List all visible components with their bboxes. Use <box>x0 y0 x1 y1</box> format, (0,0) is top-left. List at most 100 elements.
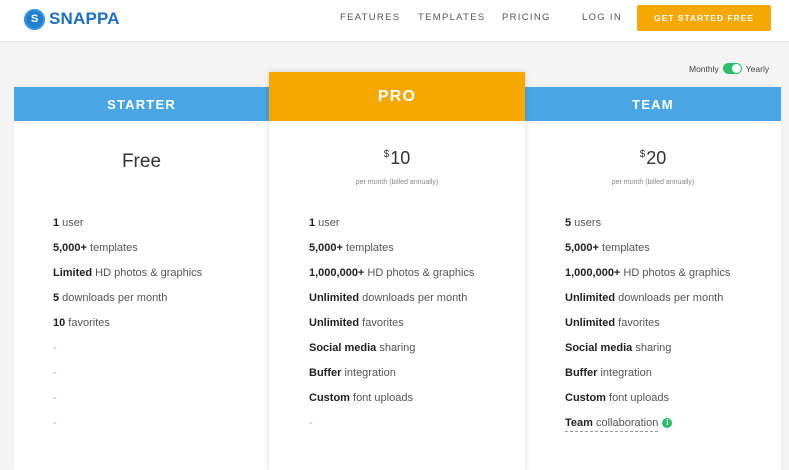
feature-empty-dash: - <box>53 392 57 404</box>
get-started-free-button[interactable]: GET STARTED FREE <box>637 5 771 31</box>
feature-item: Custom font uploads <box>565 392 669 404</box>
logo-mark-icon: S <box>24 8 45 30</box>
feature-text: templates <box>342 242 394 254</box>
toggle-label-monthly[interactable]: Monthly <box>689 64 719 74</box>
currency-symbol: $ <box>639 149 646 160</box>
feature-text: templates <box>86 242 138 254</box>
billing-toggle: Monthly Yearly <box>689 63 769 74</box>
feature-text: user <box>315 217 340 229</box>
feature-item: 5,000+ templates <box>53 242 138 254</box>
price-note-pro: per month (billed annually) <box>355 179 439 186</box>
feature-item: Social media sharing <box>565 342 671 354</box>
feature-item: 1 user <box>309 217 340 229</box>
currency-symbol: $ <box>383 149 390 160</box>
logo-text: SNAPPA <box>49 9 120 28</box>
feature-text: sharing <box>376 342 416 354</box>
snappa-logo[interactable]: S SNAPPA <box>24 8 120 30</box>
nav-templates[interactable]: TEMPLATES <box>418 12 485 23</box>
feature-text: favorites <box>65 317 110 329</box>
feature-item: 1,000,000+ HD photos & graphics <box>309 267 474 279</box>
toggle-label-yearly[interactable]: Yearly <box>746 64 769 74</box>
price-amount: 20 <box>646 148 667 168</box>
feature-empty-dash: - <box>309 417 313 429</box>
feature-highlight: 5,000+ <box>565 242 599 254</box>
feature-text: integration <box>341 367 396 379</box>
feature-item: 5 downloads per month <box>53 292 167 304</box>
feature-item: 5,000+ templates <box>565 242 650 254</box>
feature-highlight: Unlimited <box>565 317 616 329</box>
feature-empty-dash: - <box>53 342 57 354</box>
feature-highlight: Unlimited <box>565 292 616 304</box>
feature-highlight: Unlimited <box>309 292 360 304</box>
feature-empty-dash: - <box>53 417 57 429</box>
feature-item: Unlimited downloads per month <box>309 292 467 304</box>
price-note-team: per month (billed annually) <box>611 179 695 186</box>
feature-text: HD photos & graphics <box>364 267 475 279</box>
feature-item: 10 favorites <box>53 317 110 329</box>
plan-card-starter: STARTER Free 1 user 5,000+ templates Limit… <box>14 87 269 470</box>
feature-highlight: Social media <box>565 342 633 354</box>
feature-text: HD photos & graphics <box>620 267 731 279</box>
feature-text: font uploads <box>349 392 413 404</box>
feature-item: Unlimited downloads per month <box>565 292 723 304</box>
feature-highlight: Unlimited <box>309 317 360 329</box>
feature-item: 5 users <box>565 217 601 229</box>
nav-features[interactable]: FEATURES <box>340 12 400 23</box>
feature-text: downloads per month <box>615 292 724 304</box>
feature-item: 1 user <box>53 217 84 229</box>
feature-item: - <box>53 342 57 354</box>
plan-price-team: $20 <box>525 148 781 169</box>
nav-login[interactable]: LOG IN <box>582 12 622 23</box>
feature-item: Social media sharing <box>309 342 415 354</box>
feature-text: font uploads <box>605 392 669 404</box>
feature-item: Team collaboration i <box>565 417 673 432</box>
plan-name-starter: STARTER <box>14 87 269 121</box>
plan-name-team: TEAM <box>525 87 781 121</box>
feature-item: Custom font uploads <box>309 392 413 404</box>
feature-text: favorites <box>615 317 660 329</box>
feature-text: downloads per month <box>359 292 468 304</box>
feature-highlight: Buffer <box>309 367 342 379</box>
feature-text: HD photos & graphics <box>92 267 203 279</box>
feature-text: collaboration <box>592 417 659 429</box>
feature-highlight: Buffer <box>565 367 598 379</box>
feature-highlight: 1,000,000+ <box>309 267 365 279</box>
feature-highlight: Social media <box>309 342 377 354</box>
feature-text: users <box>571 217 602 229</box>
feature-highlight: Custom <box>565 392 606 404</box>
feature-item: Limited HD photos & graphics <box>53 267 202 279</box>
feature-text: templates <box>598 242 650 254</box>
top-nav-bar: S SNAPPA FEATURES TEMPLATES PRICING LOG … <box>0 0 789 42</box>
feature-highlight: 10 <box>53 317 66 329</box>
plan-price-starter: Free <box>121 151 162 172</box>
feature-item: - <box>53 367 57 379</box>
feature-highlight: Team <box>565 417 593 429</box>
feature-item: Unlimited favorites <box>309 317 404 329</box>
plan-card-team: TEAM $20 per month (billed annually) 5 u… <box>525 87 781 470</box>
feature-item: 5,000+ templates <box>309 242 394 254</box>
feature-text: integration <box>597 367 652 379</box>
plan-card-pro: PRO $10 per month (billed annually) 1 us… <box>269 72 525 470</box>
feature-item: Buffer integration <box>565 367 652 379</box>
feature-item: Buffer integration <box>309 367 396 379</box>
price-amount: 10 <box>390 148 411 168</box>
feature-highlight: 5,000+ <box>309 242 343 254</box>
billing-period-switch[interactable] <box>722 63 742 74</box>
switch-knob <box>731 64 741 73</box>
feature-item: Unlimited favorites <box>565 317 660 329</box>
feature-highlight: 1,000,000+ <box>565 267 621 279</box>
feature-item: - <box>53 417 57 429</box>
feature-empty-dash: - <box>53 367 57 379</box>
feature-item: 1,000,000+ HD photos & graphics <box>565 267 730 279</box>
plan-name-pro: PRO <box>269 72 525 121</box>
nav-pricing[interactable]: PRICING <box>502 12 551 23</box>
feature-highlight: Custom <box>309 392 350 404</box>
feature-item: - <box>53 392 57 404</box>
feature-highlight: 5,000+ <box>53 242 87 254</box>
feature-text: downloads per month <box>59 292 168 304</box>
feature-text: user <box>59 217 84 229</box>
info-icon[interactable]: i <box>662 418 673 428</box>
feature-text: favorites <box>359 317 404 329</box>
plan-price-pro: $10 <box>269 148 525 169</box>
feature-text: sharing <box>632 342 672 354</box>
